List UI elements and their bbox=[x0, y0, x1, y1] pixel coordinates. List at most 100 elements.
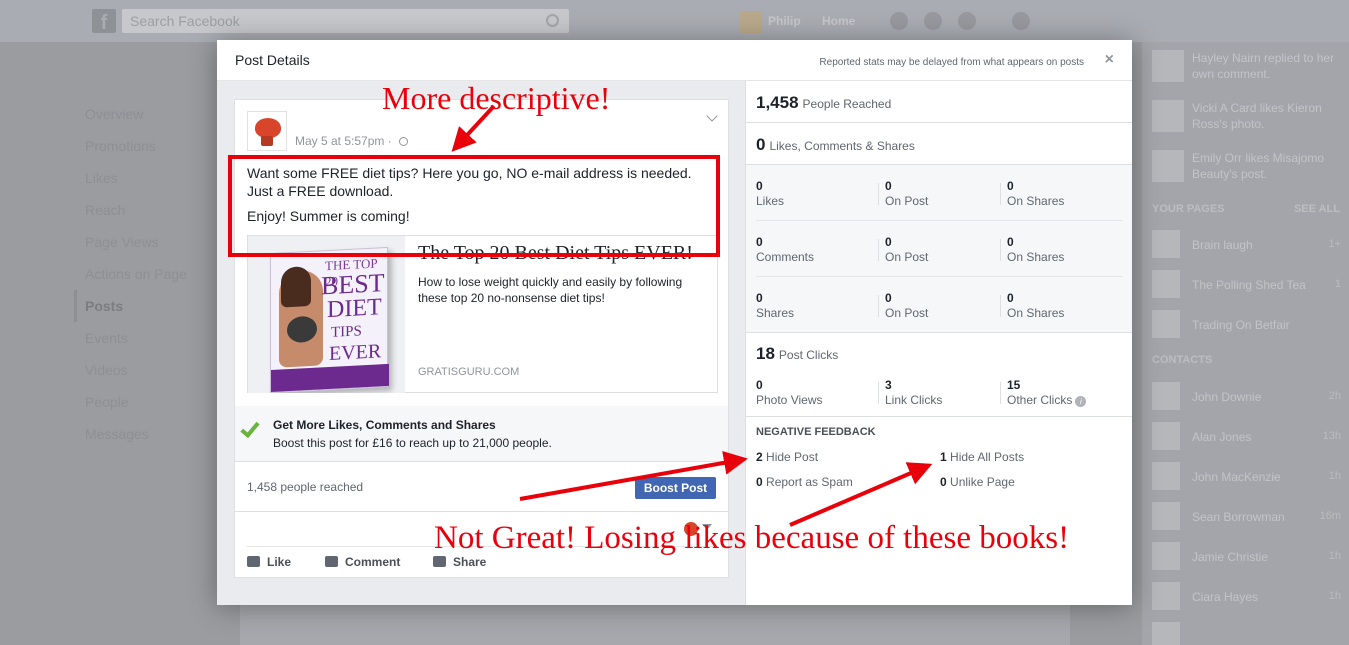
profile-link[interactable]: Philip bbox=[740, 10, 801, 33]
stat-label: Report as Spam bbox=[766, 475, 853, 489]
people-reached-text[interactable]: 1,458 people reached bbox=[247, 480, 363, 494]
timestamp-text: May 5 at 5:57pm bbox=[295, 134, 385, 148]
stat-label: On Shares bbox=[1007, 194, 1065, 208]
page-avatar[interactable] bbox=[247, 111, 287, 151]
engagement-stat: 0 Likes, Comments & Shares bbox=[756, 135, 915, 155]
nav-item-page-views[interactable]: Page Views bbox=[74, 226, 224, 258]
post-timestamp[interactable]: May 5 at 5:57pm · bbox=[295, 134, 409, 148]
notification-item[interactable]: Hayley Nairn replied to her own comment. bbox=[1152, 50, 1347, 84]
engagement-block: 0 Likes, Comments & Shares bbox=[746, 123, 1132, 165]
notifications-icon[interactable] bbox=[958, 12, 976, 30]
search-placeholder: Search Facebook bbox=[130, 13, 240, 29]
avatar bbox=[1152, 150, 1184, 182]
right-sidebar: Hayley Nairn replied to her own comment.… bbox=[1142, 42, 1349, 645]
book-text: TIPS bbox=[331, 323, 362, 341]
contact-item[interactable]: Alan Jones 13h bbox=[1152, 422, 1347, 450]
dialog-title: Post Details bbox=[235, 52, 310, 68]
stat-value: 0 bbox=[1007, 235, 1014, 249]
page-item[interactable]: Brain laugh 1+ bbox=[1152, 230, 1347, 258]
negative-feedback-header: NEGATIVE FEEDBACK bbox=[756, 426, 876, 438]
hide-post-stat: 2 Hide Post bbox=[756, 450, 818, 464]
see-all-link[interactable]: SEE ALL bbox=[1294, 203, 1340, 215]
contact-name: Ciara Hayes bbox=[1192, 590, 1259, 604]
stat-comments-on-shares: 0 On Shares bbox=[1007, 235, 1064, 265]
engagement-label: Likes, Comments & Shares bbox=[769, 139, 915, 153]
checkmark-icon bbox=[240, 417, 260, 439]
nav-item-promotions[interactable]: Promotions bbox=[74, 130, 224, 162]
stat-value: 0 bbox=[940, 475, 947, 489]
nav-item-posts[interactable]: Posts bbox=[74, 290, 224, 322]
search-icon[interactable] bbox=[546, 14, 559, 27]
divider bbox=[756, 276, 1122, 277]
page-count: 1 bbox=[1334, 278, 1341, 290]
stat-value: 0 bbox=[756, 179, 763, 193]
nav-item-overview[interactable]: Overview bbox=[74, 98, 224, 130]
post-clicks-block: 18 Post Clicks 0 Photo Views 3 Link Clicks … bbox=[746, 333, 1132, 417]
page-item[interactable]: Trading On Betfair bbox=[1152, 310, 1347, 338]
annotation-top: More descriptive! bbox=[382, 80, 611, 116]
stat-value: 0 bbox=[885, 291, 892, 305]
contact-item[interactable]: Jamie Christie 1h bbox=[1152, 542, 1347, 570]
engagement-value: 0 bbox=[756, 135, 766, 154]
contact-item[interactable]: John Downie 2h bbox=[1152, 382, 1347, 410]
report-spam-stat: 0 Report as Spam bbox=[756, 475, 853, 489]
stat-photo-views: 0 Photo Views bbox=[756, 378, 823, 408]
contact-name: Jamie Christie bbox=[1192, 550, 1269, 564]
stat-value: 0 bbox=[756, 378, 763, 392]
nav-item-videos[interactable]: Videos bbox=[74, 354, 224, 386]
post-options-chevron-icon[interactable] bbox=[706, 110, 718, 122]
stat-value: 0 bbox=[756, 291, 763, 305]
page-item[interactable]: The Polling Shed Tea 1 bbox=[1152, 270, 1347, 298]
unlike-page-stat: 0 Unlike Page bbox=[940, 475, 1015, 489]
contact-time: 1h bbox=[1328, 590, 1341, 602]
nav-item-events[interactable]: Events bbox=[74, 322, 224, 354]
contact-item[interactable]: Sean Borrowman 16m bbox=[1152, 502, 1347, 530]
boost-subtitle: Boost this post for £16 to reach up to 2… bbox=[273, 436, 552, 450]
info-icon[interactable]: i bbox=[1075, 396, 1087, 407]
your-pages-header: YOUR PAGES SEE ALL bbox=[1152, 203, 1342, 215]
woman-hair bbox=[281, 265, 311, 308]
contact-avatar bbox=[1152, 622, 1180, 645]
stat-comments-on-post: 0 On Post bbox=[885, 235, 928, 265]
stat-likes: 0 Likes bbox=[756, 179, 784, 209]
notification-item[interactable]: Vicki A Card likes Kieron Ross's photo. bbox=[1152, 100, 1347, 134]
annotation-bottom: Not Great! Losing likes because of these… bbox=[434, 520, 1070, 556]
people-reached-label: People Reached bbox=[802, 97, 892, 111]
boost-post-button[interactable]: Boost Post bbox=[635, 477, 716, 499]
nav-item-reach[interactable]: Reach bbox=[74, 194, 224, 226]
nav-item-people[interactable]: People bbox=[74, 386, 224, 418]
annotation-highlight-box bbox=[228, 155, 720, 257]
page-name: Brain laugh bbox=[1192, 238, 1253, 252]
stat-label: Shares bbox=[756, 306, 795, 320]
search-input[interactable]: Search Facebook bbox=[122, 9, 569, 33]
globe-icon bbox=[399, 137, 409, 146]
help-icon[interactable] bbox=[1012, 12, 1030, 30]
close-icon[interactable]: × bbox=[1105, 51, 1114, 69]
comment-button[interactable]: Comment bbox=[325, 555, 400, 569]
engagement-breakdown: 0 Likes 0 On Post 0 On Shares 0 Comments 0 On… bbox=[746, 165, 1132, 333]
nav-item-likes[interactable]: Likes bbox=[74, 162, 224, 194]
contact-item[interactable]: Ciara Hayes 1h bbox=[1152, 582, 1347, 610]
stat-link-clicks: 3 Link Clicks bbox=[885, 378, 942, 408]
contact-time: 1h bbox=[1328, 550, 1341, 562]
stat-other-clicks: 15 Other Clicks i bbox=[1007, 378, 1087, 408]
book-text: EVER bbox=[329, 340, 382, 365]
messages-icon[interactable] bbox=[924, 12, 942, 30]
divider bbox=[756, 220, 1122, 221]
contact-item[interactable] bbox=[1152, 622, 1347, 645]
link-preview[interactable]: THE TOP 20 BEST DIET TIPS EVER The Top 2… bbox=[247, 235, 718, 393]
nav-item-actions-on-page[interactable]: Actions on Page bbox=[74, 258, 224, 290]
friend-requests-icon[interactable] bbox=[890, 12, 908, 30]
share-button[interactable]: Share bbox=[433, 555, 486, 569]
facebook-logo-icon[interactable]: f bbox=[92, 9, 116, 34]
notification-item[interactable]: Emily Orr likes Misajomo Beauty's post. bbox=[1152, 150, 1347, 184]
contact-item[interactable]: John MacKenzie 1h bbox=[1152, 462, 1347, 490]
comment-label: Comment bbox=[345, 555, 401, 569]
link-description: How to lose weight quickly and easily by… bbox=[418, 275, 683, 305]
home-link[interactable]: Home bbox=[822, 14, 855, 28]
nav-item-messages[interactable]: Messages bbox=[74, 418, 224, 450]
your-pages-label: YOUR PAGES bbox=[1152, 203, 1225, 215]
like-button[interactable]: Like bbox=[247, 555, 291, 569]
comment-icon bbox=[325, 556, 338, 567]
boost-title: Get More Likes, Comments and Shares bbox=[273, 418, 496, 432]
